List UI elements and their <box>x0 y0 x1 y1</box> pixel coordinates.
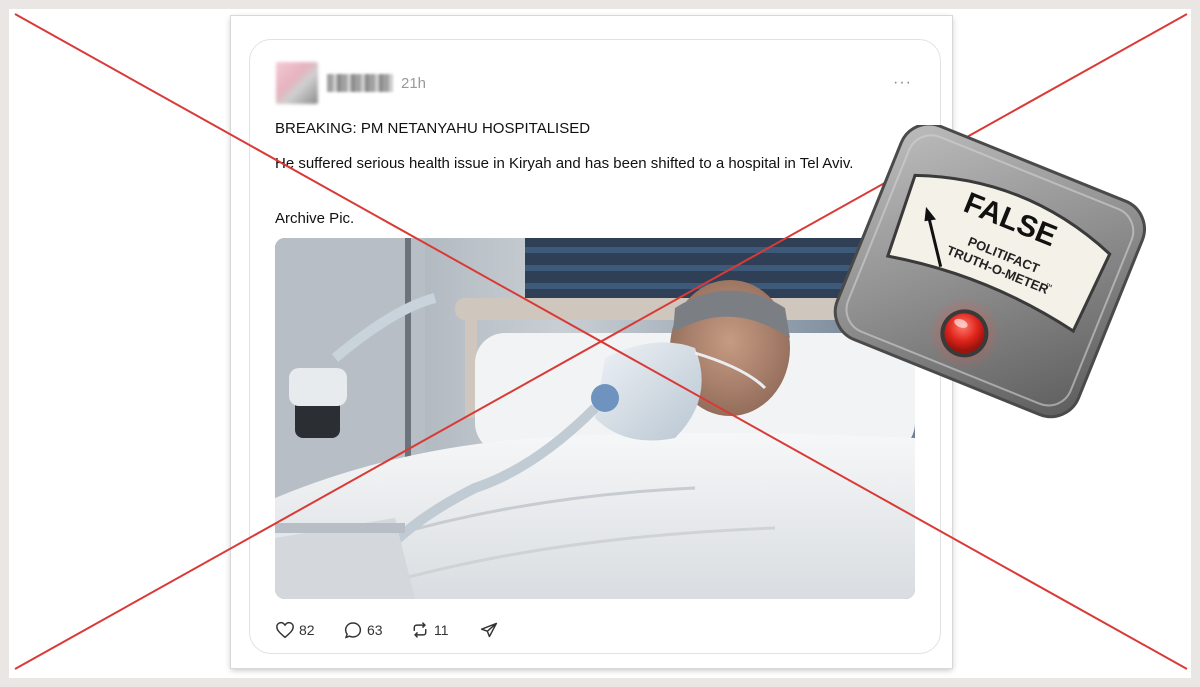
repost-action[interactable]: 11 <box>410 620 449 640</box>
repost-icon <box>413 622 427 638</box>
post-archive-note: Archive Pic. <box>275 210 355 227</box>
hospital-scene-image <box>275 238 915 599</box>
username-blurred[interactable] <box>327 74 393 92</box>
heart-icon <box>276 621 294 639</box>
truth-o-meter-badge: FALSE POLITIFACT TRUTH-O-METER ™ <box>833 125 1146 419</box>
post-body: He suffered serious health issue in Kiry… <box>275 155 854 172</box>
post-photo[interactable] <box>275 238 915 599</box>
comment-icon <box>344 622 362 639</box>
like-action[interactable]: 82 <box>275 620 315 640</box>
avatar[interactable] <box>276 62 318 104</box>
share-action[interactable] <box>479 620 499 640</box>
reply-count: 63 <box>367 622 383 638</box>
more-icon[interactable]: ··· <box>893 74 912 92</box>
share-icon <box>480 622 498 638</box>
repost-count: 11 <box>434 622 449 638</box>
post-headline: BREAKING: PM NETANYAHU HOSPITALISED <box>275 120 591 137</box>
post-time: 21h <box>401 75 427 92</box>
reply-action[interactable]: 63 <box>343 620 383 640</box>
like-count: 82 <box>299 622 315 638</box>
